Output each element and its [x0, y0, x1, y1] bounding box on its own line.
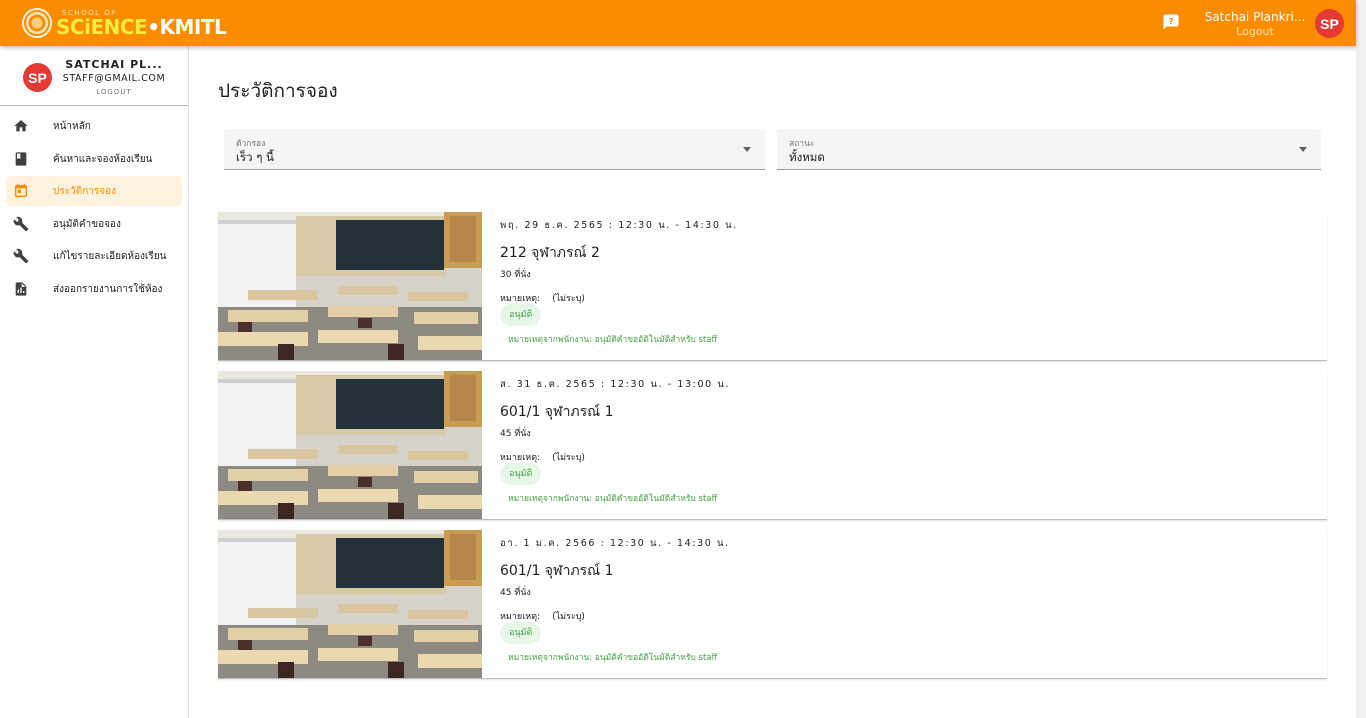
booking-room: 212 จุฬาภรณ์ 2	[500, 245, 600, 261]
staff-note: หมายเหตุจากพนักงาน: อนุมัติคำขออัติโนมัต…	[508, 494, 718, 504]
sidebar-item-home[interactable]: หน้าหลัก	[6, 111, 182, 141]
status-select-label: สถานะ	[789, 139, 815, 149]
sidebar-item-booking-history[interactable]: ประวัติการจอง	[6, 176, 182, 206]
booking-card[interactable]: ส. 31 ธ.ค. 2565 : 12:30 น. - 13:00 น. 60…	[218, 371, 1327, 520]
page-title: ประวัติการจอง	[218, 80, 338, 102]
calendar-icon	[13, 183, 29, 199]
header-user-name: Satchai Plankri...	[1204, 10, 1306, 24]
sidebar-logout-link[interactable]: LOGOUT	[62, 86, 166, 98]
booking-room: 601/1 จุฬาภรณ์ 1	[500, 563, 614, 579]
sidebar-item-export-report[interactable]: ส่งออกรายงานการใช้ห้อง	[6, 274, 182, 304]
booking-date: อา. 1 ม.ค. 2566 : 12:30 น. - 14:30 น.	[500, 538, 730, 549]
status-badge: อนุมัติ	[500, 622, 542, 644]
header-user-menu[interactable]: Satchai Plankri... Logout	[1200, 9, 1310, 39]
booking-seats: 30 ที่นั่ง	[500, 270, 531, 280]
school-logo[interactable]: SCHOOL OF SCiENCE•KMITL	[22, 7, 227, 39]
booking-note: หมายเหตุ: (ไม่ระบุ)	[500, 453, 585, 463]
scrollbar[interactable]	[1356, 0, 1366, 718]
classroom-photo	[218, 212, 482, 360]
classroom-photo	[218, 371, 482, 519]
booking-date: ส. 31 ธ.ค. 2565 : 12:30 น. - 13:00 น.	[500, 379, 731, 390]
app-header: SCHOOL OF SCiENCE•KMITL ? Satchai Plankr…	[0, 0, 1356, 46]
booking-card[interactable]: พฤ. 29 ธ.ค. 2565 : 12:30 น. - 14:30 น. 2…	[218, 212, 1327, 361]
wrench-icon	[13, 248, 29, 264]
booking-note: หมายเหตุ: (ไม่ระบุ)	[500, 612, 585, 622]
booking-date: พฤ. 29 ธ.ค. 2565 : 12:30 น. - 14:30 น.	[500, 220, 738, 231]
kmitl-seal-icon	[22, 8, 52, 38]
sidebar-item-edit-classroom[interactable]: แก้ไขรายละเอียดห้องเรียน	[6, 241, 182, 271]
sidebar-profile: SP SATCHAI PL... STAFF@GMAIL.COM LOGOUT	[0, 46, 188, 106]
chevron-down-icon	[1299, 147, 1307, 152]
header-logout-link[interactable]: Logout	[1200, 25, 1310, 39]
filter-select[interactable]: ตัวกรอง เร็ว ๆ นี้	[224, 129, 765, 170]
sidebar: SP SATCHAI PL... STAFF@GMAIL.COM LOGOUT …	[0, 46, 189, 718]
sidebar-item-approve-requests[interactable]: อนุมัติคำขอจอง	[6, 209, 182, 239]
header-avatar[interactable]: SP	[1315, 9, 1344, 38]
book-icon	[13, 151, 29, 167]
booking-note: หมายเหตุ: (ไม่ระบุ)	[500, 294, 585, 304]
booking-seats: 45 ที่นั่ง	[500, 429, 531, 439]
svg-text:?: ?	[1169, 16, 1174, 26]
status-select-value: ทั้งหมด	[789, 150, 825, 164]
status-badge: อนุมัติ	[500, 304, 542, 326]
profile-name: SATCHAI PL...	[65, 58, 163, 71]
chevron-down-icon	[743, 147, 751, 152]
home-icon	[13, 118, 29, 134]
profile-email: STAFF@GMAIL.COM	[62, 73, 166, 84]
staff-note: หมายเหตุจากพนักงาน: อนุมัติคำขออัติโนมัต…	[508, 653, 718, 663]
classroom-photo	[218, 530, 482, 678]
booking-seats: 45 ที่นั่ง	[500, 588, 531, 598]
filter-select-value: เร็ว ๆ นี้	[236, 150, 274, 164]
staff-note: หมายเหตุจากพนักงาน: อนุมัติคำขออัติโนมัต…	[508, 335, 718, 345]
feedback-icon[interactable]: ?	[1162, 13, 1180, 31]
booking-room: 601/1 จุฬาภรณ์ 1	[500, 404, 614, 420]
status-select[interactable]: สถานะ ทั้งหมด	[777, 129, 1321, 170]
report-icon	[13, 281, 29, 297]
booking-card[interactable]: อา. 1 ม.ค. 2566 : 12:30 น. - 14:30 น. 60…	[218, 530, 1327, 679]
status-badge: อนุมัติ	[500, 463, 542, 485]
avatar: SP	[23, 63, 52, 92]
sidebar-nav: หน้าหลัก ค้นหาและจองห้องเรียน ประวัติการ…	[0, 111, 188, 306]
wrench-icon	[13, 216, 29, 232]
sidebar-item-search-book[interactable]: ค้นหาและจองห้องเรียน	[6, 144, 182, 174]
filter-select-label: ตัวกรอง	[236, 139, 266, 149]
